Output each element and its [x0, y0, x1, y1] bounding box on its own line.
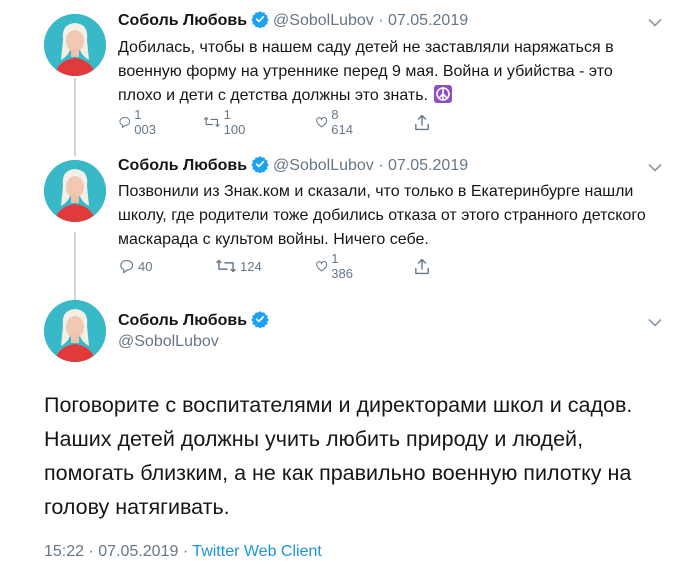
- author-handle[interactable]: @SobolLubov: [273, 157, 378, 174]
- tweet-text-content: Добилась, чтобы в нашем саду детей не за…: [118, 39, 614, 104]
- author-name[interactable]: Соболь Любовь: [118, 312, 247, 329]
- tweet-meta: 15:22 · 07.05.2019 · Twitter Web Client: [44, 543, 322, 561]
- author-handle[interactable]: @SobolLubov: [118, 332, 219, 352]
- author-handle[interactable]: @SobolLubov: [273, 12, 378, 29]
- reply-count: 1 003: [134, 107, 156, 137]
- retweet-button[interactable]: 124: [215, 256, 262, 276]
- tweet-date[interactable]: 07.05.2019: [98, 543, 178, 560]
- chevron-down-icon[interactable]: [648, 163, 662, 172]
- tweet-date[interactable]: 07.05.2019: [388, 12, 468, 29]
- avatar[interactable]: [44, 14, 106, 76]
- retweet-icon: [203, 117, 220, 127]
- like-button[interactable]: 1 386: [315, 251, 357, 281]
- like-button[interactable]: 8 614: [315, 107, 357, 137]
- main-tweet-text: Поговорите с воспитателями и директорами…: [44, 393, 633, 519]
- separator: ·: [88, 543, 94, 560]
- like-count: 1 386: [331, 251, 353, 281]
- tweet-text: Позвонили из Знак.ком и сказали, что тол…: [118, 183, 646, 248]
- tweet-header: Соболь Любовь @SobolLubov · 07.05.2019: [118, 155, 468, 176]
- tweet-time[interactable]: 15:22: [44, 543, 84, 560]
- reply-icon: [120, 260, 134, 274]
- reply-button[interactable]: 1 003: [118, 107, 160, 137]
- retweet-count: 1 100: [223, 107, 246, 137]
- retweet-icon: [216, 259, 236, 273]
- retweet-button[interactable]: 1 100: [203, 107, 250, 137]
- reply-icon: [119, 117, 131, 129]
- author-name[interactable]: Соболь Любовь: [118, 12, 247, 29]
- share-button[interactable]: [414, 256, 433, 276]
- author-name[interactable]: Соболь Любовь: [118, 157, 247, 174]
- tweet-header: Соболь Любовь @SobolLubov · 07.05.2019: [118, 10, 468, 31]
- thread-connector: [74, 78, 76, 156]
- avatar[interactable]: [44, 300, 106, 362]
- verified-badge-icon: [251, 310, 269, 329]
- separator: ·: [378, 157, 389, 174]
- chevron-down-icon[interactable]: [648, 18, 662, 27]
- like-count: 8 614: [331, 107, 353, 137]
- peace-symbol-icon: [433, 85, 452, 103]
- author-name-row: Соболь Любовь: [118, 310, 273, 331]
- heart-icon: [316, 261, 328, 272]
- heart-icon: [316, 117, 328, 128]
- share-button[interactable]: [414, 112, 433, 132]
- reply-count: 40: [138, 258, 153, 274]
- avatar[interactable]: [44, 160, 106, 222]
- share-icon: [415, 114, 429, 130]
- retweet-count: 124: [240, 258, 262, 274]
- chevron-down-icon[interactable]: [648, 318, 662, 327]
- tweet-text: Добилась, чтобы в нашем саду детей не за…: [118, 36, 658, 108]
- client-link[interactable]: Twitter Web Client: [192, 543, 322, 560]
- separator: ·: [182, 543, 189, 560]
- verified-badge-icon: [251, 155, 269, 174]
- separator: ·: [378, 12, 389, 29]
- thread-connector: [74, 232, 76, 302]
- reply-button[interactable]: 40: [118, 256, 152, 276]
- share-icon: [415, 258, 429, 274]
- tweet-date[interactable]: 07.05.2019: [388, 157, 468, 174]
- verified-badge-icon: [251, 10, 269, 29]
